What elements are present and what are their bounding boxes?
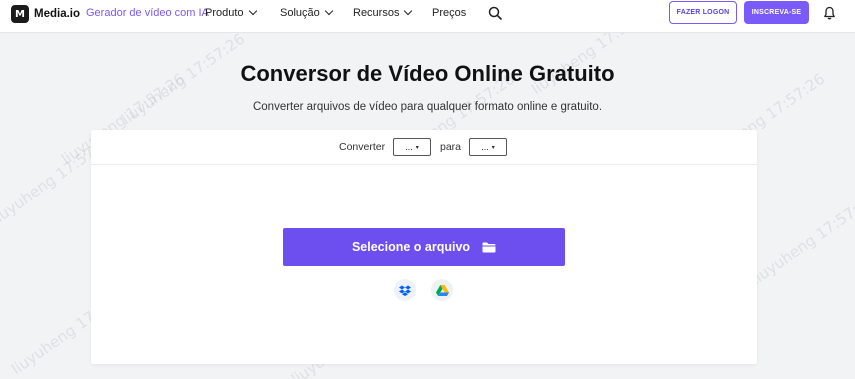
chevron-down-icon (404, 6, 413, 16)
dropdown-caret-icon: ▾ (415, 144, 419, 151)
bell-icon[interactable] (823, 6, 836, 20)
nav-item-precos[interactable]: Preços (432, 7, 466, 19)
google-drive-icon (435, 284, 449, 296)
select-file-label: Selecione o arquivo (351, 240, 471, 254)
nav-item-label: Recursos (353, 7, 400, 19)
nav-item-label: Preços (432, 7, 467, 19)
google-drive-button[interactable] (431, 279, 453, 301)
convert-label: Converter (339, 141, 386, 153)
top-nav-bar: M Media.io Gerador de vídeo com IA Produ… (0, 0, 855, 33)
target-format-select[interactable]: ... ▾ (469, 138, 507, 156)
page-subtitle: Converter arquivos de vídeo para qualque… (252, 101, 603, 113)
logo[interactable]: M Media.io (11, 5, 80, 23)
chevron-down-icon (324, 6, 334, 16)
nav-item-produto[interactable]: Produto (205, 6, 257, 19)
nav-item-label: Produto (205, 7, 244, 19)
search-icon[interactable] (488, 6, 502, 20)
nav-item-label: Solução (280, 7, 320, 19)
to-label: para (440, 141, 462, 153)
source-format-select[interactable]: ... ▾ (393, 138, 431, 156)
format-selector-bar: Converter ... ▾ para ... ▾ (91, 130, 757, 165)
dropbox-icon (399, 285, 411, 296)
dropbox-button[interactable] (394, 279, 416, 301)
logo-mark: M (11, 5, 29, 23)
watermark: liuyuheng 17:57:26 (748, 189, 855, 289)
converter-card: Converter ... ▾ para ... ▾ Selecione o a… (91, 130, 757, 364)
page-title: Conversor de Vídeo Online Gratuito (240, 61, 615, 86)
folder-icon (482, 242, 496, 252)
login-button[interactable]: FAZER LOGON (669, 1, 737, 24)
target-format-value: ... (481, 142, 489, 152)
select-file-button[interactable]: Selecione o arquivo (283, 228, 565, 266)
source-format-value: ... (405, 142, 413, 152)
chevron-down-icon (248, 6, 257, 16)
nav-ai-video-generator[interactable]: Gerador de vídeo com IA (86, 7, 209, 19)
logo-text: Media.io (34, 8, 81, 20)
nav-item-recursos[interactable]: Recursos (353, 6, 413, 19)
dropdown-caret-icon: ▾ (491, 144, 495, 151)
signup-button[interactable]: INSCREVA-SE (744, 1, 809, 24)
nav-item-solucao[interactable]: Solução (280, 6, 334, 19)
